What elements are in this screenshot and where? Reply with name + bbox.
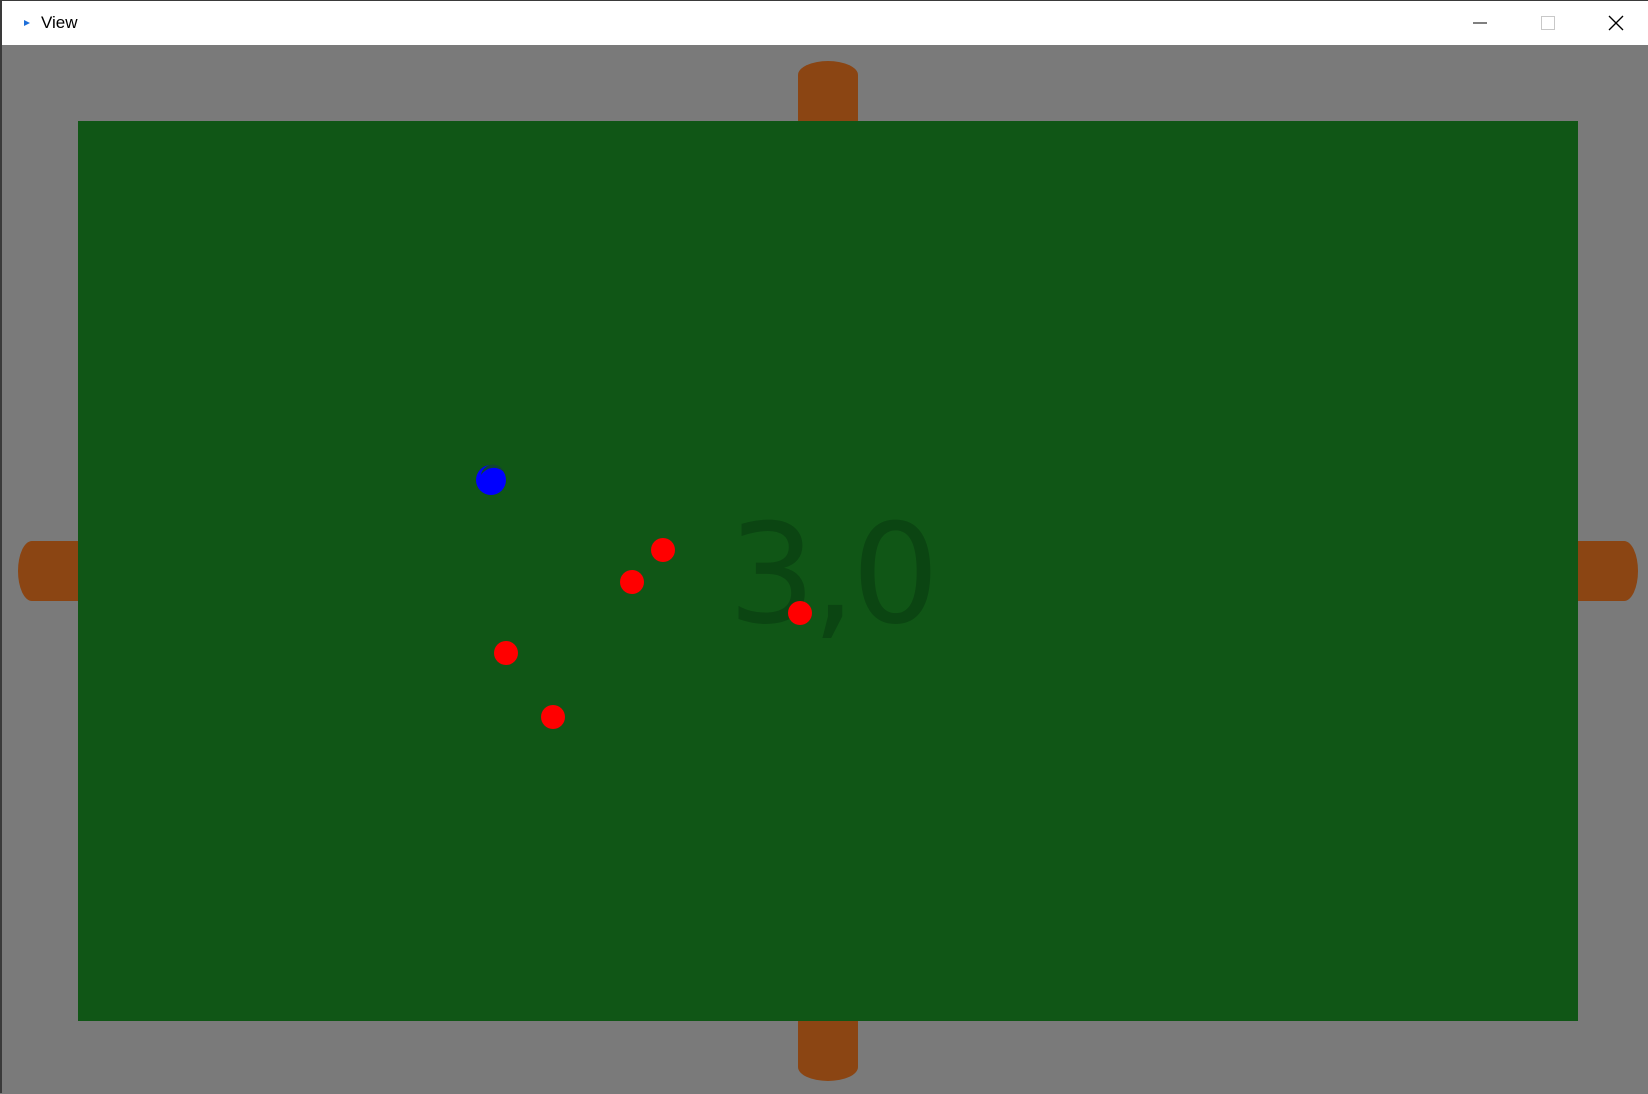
red-ball[interactable]: [788, 601, 812, 625]
minimize-icon: [1473, 22, 1487, 24]
pocket-bottom: [798, 1015, 858, 1081]
pool-table[interactable]: 3,0: [78, 121, 1578, 1021]
balls-layer: [476, 464, 812, 729]
close-icon: [1608, 15, 1624, 31]
window-title: View: [41, 13, 78, 32]
play-arrow-icon: [24, 20, 30, 26]
red-ball[interactable]: [494, 641, 518, 665]
maximize-icon: [1541, 16, 1555, 30]
close-button[interactable]: [1582, 1, 1648, 45]
red-ball[interactable]: [620, 570, 644, 594]
maximize-button[interactable]: [1514, 1, 1582, 45]
app-window: View 3,0: [0, 0, 1648, 1093]
minimize-button[interactable]: [1446, 1, 1514, 45]
red-ball[interactable]: [541, 705, 565, 729]
game-canvas[interactable]: 3,0: [2, 45, 1648, 1094]
title-bar[interactable]: View: [2, 1, 1648, 45]
red-ball[interactable]: [651, 538, 675, 562]
cue-ball[interactable]: [476, 464, 506, 495]
